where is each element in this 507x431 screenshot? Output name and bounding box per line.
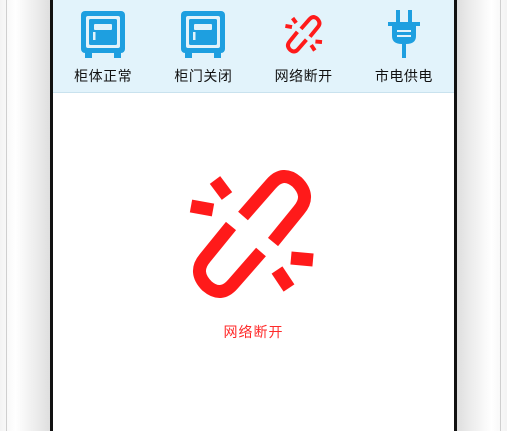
network-status-text: 网络断开 [223,325,284,341]
status-label-cabinet-body: 柜体正常 [74,69,133,85]
phone-edge-right [500,0,501,431]
phone-edge-left [6,0,7,431]
broken-link-icon [173,158,333,308]
status-label-power: 市电供电 [374,69,433,85]
status-item-cabinet-door[interactable]: 柜门关闭 [153,0,253,92]
power-plug-icon [378,8,430,60]
app-screen: 柜体正常 柜门关闭 网络断开 市电供电 网络断开 [53,0,454,431]
network-disconnected-icon [278,8,330,60]
cabinet-door-closed-icon [177,8,229,60]
phone-bezel-left [0,0,52,431]
cabinet-normal-icon [77,8,129,60]
screen-border-right [454,0,457,431]
status-label-network: 网络断开 [274,69,333,85]
device-status-bar: 柜体正常 柜门关闭 网络断开 市电供电 [53,0,454,93]
status-item-network[interactable]: 网络断开 [254,0,354,92]
status-item-power[interactable]: 市电供电 [354,0,454,92]
status-label-cabinet-door: 柜门关闭 [174,69,233,85]
status-item-cabinet-body[interactable]: 柜体正常 [53,0,153,92]
